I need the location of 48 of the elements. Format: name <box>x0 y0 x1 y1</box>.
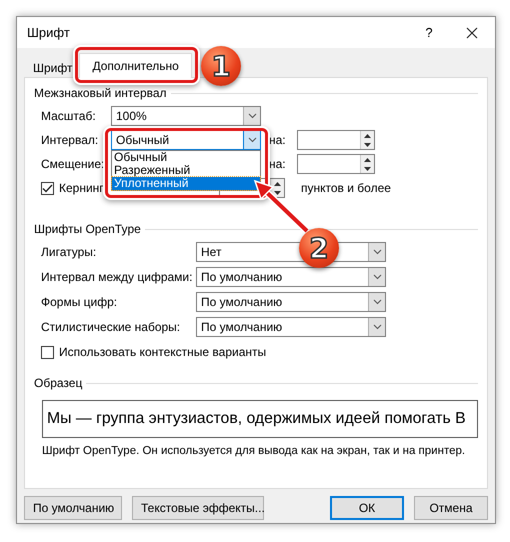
dropdown-option[interactable]: Разреженный <box>112 164 260 178</box>
up-icon[interactable] <box>361 131 374 140</box>
checkbox-label: Использовать контекстные варианты <box>59 345 266 360</box>
down-icon[interactable] <box>361 164 374 174</box>
field-label: Смещение: <box>41 157 106 172</box>
dialog-button[interactable]: По умолчанию <box>24 496 122 520</box>
chevron-icon <box>372 249 382 256</box>
dropdown-option[interactable]: Уплотненный <box>112 177 260 190</box>
field-label: Лигатуры: <box>41 245 98 260</box>
field-label: Формы цифр: <box>41 295 118 310</box>
tab[interactable]: Дополнительно <box>79 53 192 78</box>
checkbox-label: Кернинг <box>59 181 104 196</box>
checkbox[interactable] <box>41 346 54 359</box>
help-button[interactable]: ? <box>409 18 449 48</box>
tab[interactable]: Шрифт <box>26 57 80 78</box>
up-icon[interactable] <box>271 179 284 188</box>
dialog-button[interactable]: Отмена <box>414 496 488 520</box>
chevron-icon <box>372 274 382 280</box>
field-label: Масштаб: <box>41 109 97 124</box>
select-field[interactable]: По умолчанию <box>196 267 386 288</box>
checkbox[interactable] <box>41 182 54 195</box>
chevron-icon <box>372 299 382 306</box>
close-icon <box>466 26 478 39</box>
window-title: Шрифт <box>27 25 71 40</box>
group-title: Образец <box>34 376 82 390</box>
select-field[interactable]: По умолчанию <box>196 317 386 338</box>
dropdown-option[interactable]: Обычный <box>112 151 260 164</box>
scale-select[interactable]: 100% <box>111 106 261 126</box>
field-label: Стилистические наборы: <box>41 320 182 334</box>
font-note: Шрифт OpenType. Он используется для вывода как на экран, так и на принтер. <box>42 445 466 458</box>
field-label: Интервал между цифрами: <box>41 270 194 284</box>
chevron-icon <box>248 113 256 120</box>
group-title: Шрифты OpenType <box>34 222 141 236</box>
spin-field[interactable] <box>297 154 375 174</box>
down-icon[interactable] <box>361 140 374 150</box>
sample-text: Мы — группа энтузиастов, одержимых идеей помогать В <box>47 410 466 428</box>
chevron-icon <box>248 137 256 144</box>
dialog-button[interactable]: ОК <box>330 496 404 520</box>
group-title: Межзнаковый интервал <box>34 86 167 100</box>
field-label: Интервал: <box>41 133 100 148</box>
up-icon[interactable] <box>361 155 374 164</box>
field-label: пунктов и более <box>301 181 391 196</box>
field-label: на: <box>268 157 287 172</box>
field-label: на: <box>268 133 287 148</box>
chevron-icon <box>372 324 382 330</box>
dialog-button[interactable]: Текстовые эффекты... <box>132 496 264 520</box>
spin-field[interactable] <box>297 130 375 150</box>
select-field[interactable]: По умолчанию <box>196 292 386 312</box>
